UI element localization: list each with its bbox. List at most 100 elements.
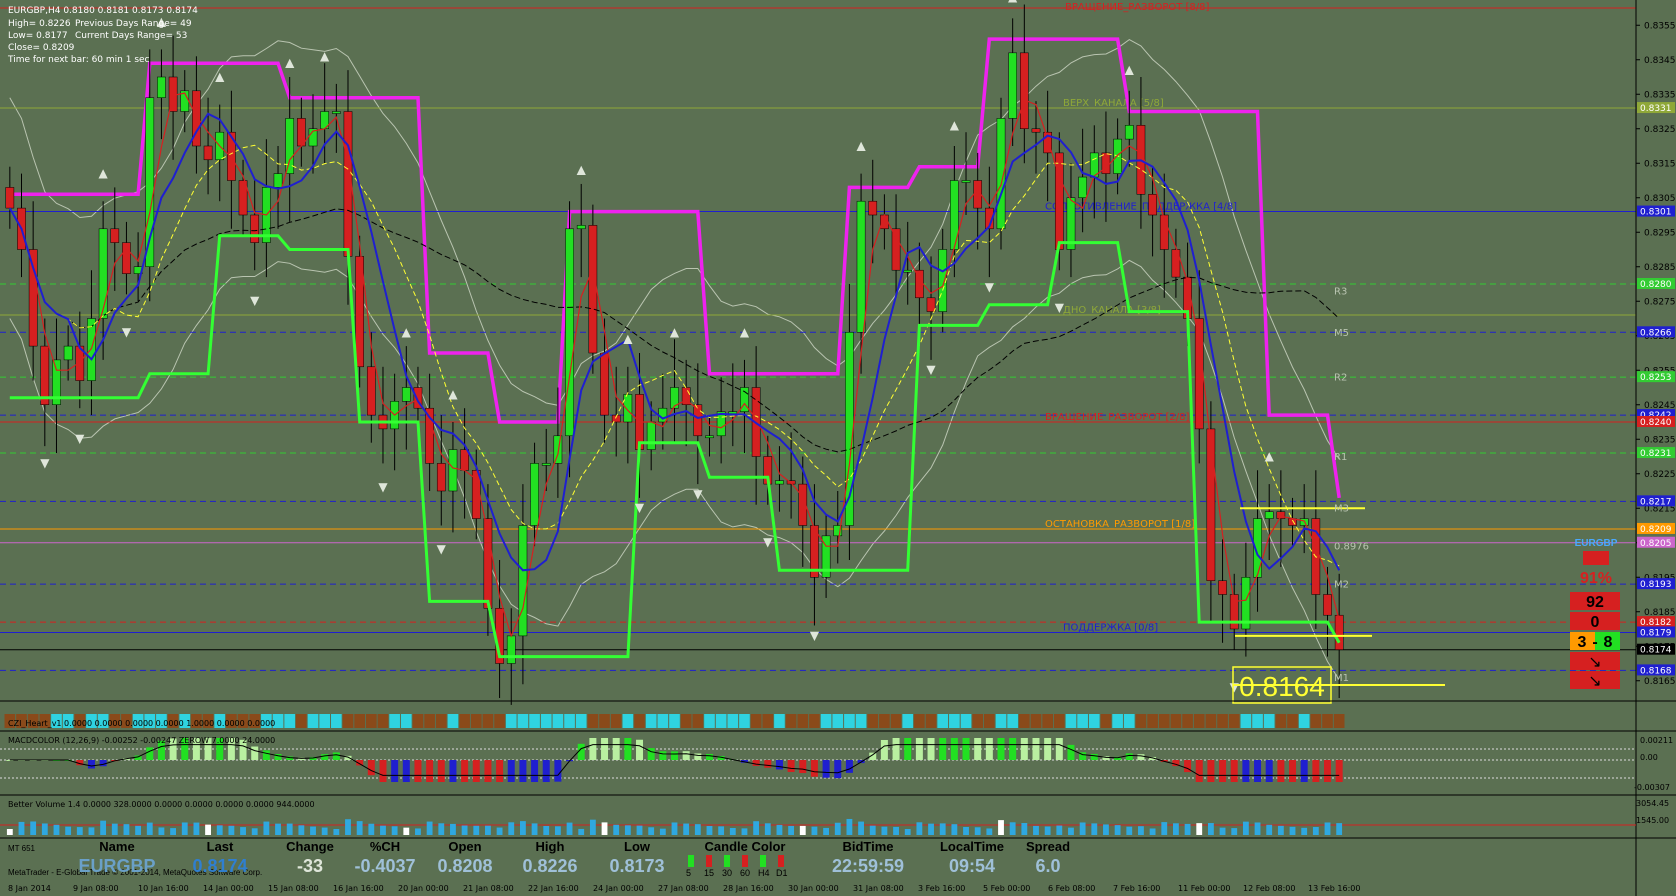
macd-bar <box>391 760 399 782</box>
candle-body <box>63 345 73 361</box>
czi-bar <box>890 714 902 728</box>
volume-bar <box>1324 822 1331 835</box>
macd-label: MACDCOLOR (12,26,9) -0.00252 -0.00247 ZE… <box>8 736 275 745</box>
level-badge-label: 0.8193 <box>1640 580 1672 590</box>
symbol-line: EURGBP,H4 0.8180 0.8181 0.8173 0.8174 <box>8 6 198 16</box>
macd-bar <box>624 738 632 760</box>
czi-bar <box>1088 714 1100 728</box>
candle-body <box>1078 176 1087 199</box>
up-fractal-icon: ▲ <box>856 138 866 152</box>
info-prev-range: Previous Days Range= 49 <box>75 19 192 29</box>
czi-bar <box>319 714 331 728</box>
czi-bar <box>879 714 890 728</box>
volume-bar <box>706 826 713 835</box>
czi-bar <box>1123 714 1135 728</box>
volume-bar <box>1242 821 1249 835</box>
svg-text:-: - <box>1592 634 1597 651</box>
candle-color-timeframe: 5 <box>686 868 691 878</box>
czi-bar <box>844 714 855 728</box>
macd-bar <box>1137 754 1145 760</box>
macd-bar <box>262 750 270 760</box>
level-label: ПОДДЕРЖКА [0/8] <box>1063 622 1158 633</box>
up-fractal-icon: ▲ <box>740 325 750 339</box>
macd-bar <box>915 738 923 760</box>
volume-bar <box>216 825 223 835</box>
macd-bar <box>542 760 550 782</box>
market-watch-value: 0.8174 <box>192 856 247 876</box>
candle-color-bar <box>706 855 712 867</box>
volume-bar <box>858 821 864 835</box>
czi-bar <box>715 714 727 728</box>
volume-bar <box>718 826 725 835</box>
time-axis-label: 22 Jan 16:00 <box>528 884 579 893</box>
level-badge-label: 0.8179 <box>1640 628 1672 638</box>
level-label: ВРАЩЕНИЕ_РАЗВОРОТ [8/8] <box>1065 2 1210 13</box>
czi-bar <box>1065 714 1077 728</box>
volume-bar <box>543 826 550 835</box>
macd-bar <box>1219 760 1227 782</box>
macd-bar <box>682 751 690 760</box>
macd-bar <box>367 760 375 776</box>
side-split-left: 3 <box>1578 634 1587 651</box>
macd-bar <box>892 738 900 760</box>
czi-bar <box>937 714 949 728</box>
macd-bar <box>1020 738 1028 760</box>
down-fractal-icon: ▼ <box>926 363 936 377</box>
czi-bar <box>1322 714 1333 728</box>
time-axis-label: 28 Jan 16:00 <box>723 884 774 893</box>
czi-bar <box>400 714 412 728</box>
info-close: Close= 0.8209 <box>8 43 75 53</box>
up-fractal-icon: ▲ <box>215 69 225 83</box>
level-label: ВРАЩЕНИЕ_РАЗВОРОТ [2/8] <box>1045 412 1190 423</box>
candle-body <box>868 200 878 216</box>
volume-bar <box>1138 826 1144 835</box>
level-badge-label: 0.8209 <box>1640 525 1672 535</box>
candle-body <box>891 228 901 271</box>
macd-bar <box>962 738 970 760</box>
czi-bar <box>564 714 575 728</box>
volume-bar <box>485 825 491 835</box>
czi-bar <box>470 714 482 728</box>
volume-bar <box>1068 827 1074 835</box>
chart-canvas: ВРАЩЕНИЕ_РАЗВОРОТ [8/8] ВЕРХ_КАНАЛА [5/8]… <box>0 0 1676 896</box>
time-axis-label: 12 Feb 08:00 <box>1243 884 1295 893</box>
czi-bar <box>669 714 680 728</box>
macd-bar <box>1125 753 1133 760</box>
candle-body <box>705 435 714 439</box>
down-fractal-icon: ▼ <box>75 432 85 446</box>
candle-body <box>460 449 469 471</box>
czi-bar <box>1053 714 1065 728</box>
czi-bar <box>540 714 552 728</box>
macd-bar <box>531 760 539 782</box>
down-fractal-icon: ▼ <box>810 628 820 642</box>
czi-bar <box>1182 714 1193 728</box>
macd-bar <box>612 738 620 760</box>
down-fractal-icon: ▼ <box>40 456 50 470</box>
volume-bar <box>1312 827 1319 835</box>
volume-bar <box>275 823 281 835</box>
volume-bar <box>65 826 72 835</box>
volume-bar <box>111 823 118 835</box>
czi-bar <box>855 714 867 728</box>
macd-bar <box>880 739 888 760</box>
volume-bar <box>461 825 468 835</box>
candle-body <box>576 225 586 230</box>
czi-bar <box>949 714 960 728</box>
level-badge-label: 0.8205 <box>1640 539 1672 549</box>
time-axis-label: 15 Jan 08:00 <box>268 884 319 893</box>
macd-bar <box>87 760 95 769</box>
macd-bar <box>1300 760 1308 782</box>
macd-bar <box>810 760 818 777</box>
time-axis-label: 5 Feb 00:00 <box>983 884 1030 893</box>
candle-body <box>600 352 609 416</box>
candle-color-timeframe: D1 <box>776 868 788 878</box>
pivot-label: R2 <box>1334 373 1347 384</box>
macd-bar <box>449 760 457 782</box>
macd-bar <box>484 760 492 782</box>
volume-bar <box>788 825 795 835</box>
side-value-2: 0 <box>1591 614 1600 631</box>
macd-bar <box>1324 760 1332 782</box>
volume-bar <box>753 821 760 835</box>
czi-bar <box>762 714 774 728</box>
pivot-label: M3 <box>1334 504 1349 515</box>
